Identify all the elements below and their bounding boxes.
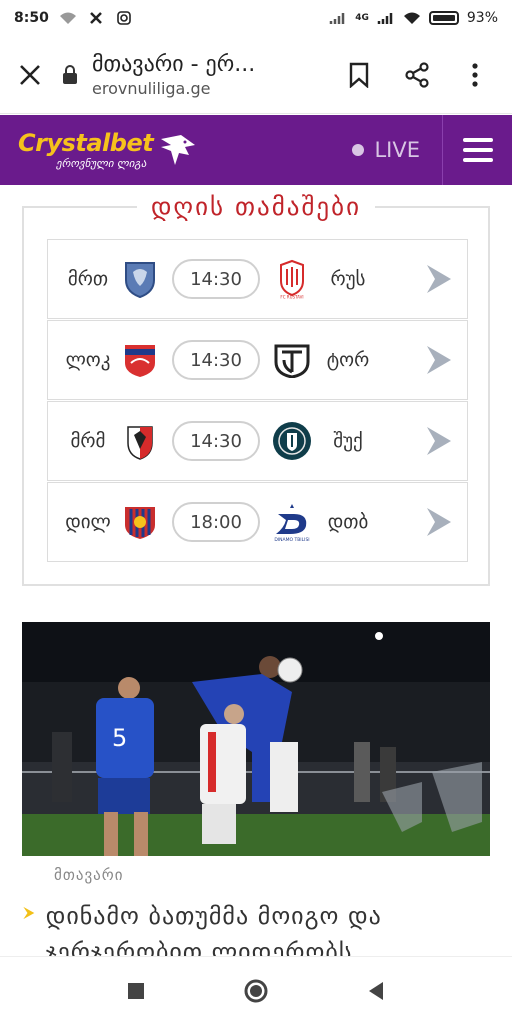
match-time: 14:30 xyxy=(172,259,260,299)
bookmark-button[interactable] xyxy=(346,62,372,88)
away-team-name: დთბ xyxy=(327,511,369,533)
todays-games-section: დღის თამაშები მრთ 14:30 FC RUSTAVI რუს ლ… xyxy=(22,192,490,586)
news-category[interactable]: მთავარი xyxy=(54,866,123,884)
chevron-bullet-icon xyxy=(23,906,35,920)
close-icon xyxy=(20,64,40,85)
close-notification-icon xyxy=(89,12,102,24)
match-time: 18:00 xyxy=(172,502,260,542)
battery-icon xyxy=(428,11,459,25)
chevron-right-icon[interactable] xyxy=(423,263,453,295)
recents-button[interactable] xyxy=(122,977,150,1005)
brand-name: Crystalbet xyxy=(18,129,154,157)
more-options-button[interactable] xyxy=(462,62,488,88)
merani-badge-icon xyxy=(120,421,160,461)
games-section-title: დღის თამაშები xyxy=(24,192,488,221)
live-label: LIVE xyxy=(374,138,420,162)
match-row[interactable]: ლოკ 14:30 ტორ xyxy=(47,320,468,400)
wifi-icon xyxy=(59,12,76,24)
square-icon xyxy=(128,982,144,999)
kebab-menu-icon xyxy=(472,62,478,87)
eagle-logo-icon xyxy=(161,135,196,165)
signal-icon xyxy=(329,13,345,24)
away-team-name: ტორ xyxy=(326,349,370,371)
wifi-status-icon xyxy=(403,12,420,24)
share-button[interactable] xyxy=(404,61,430,88)
system-navigation-bar xyxy=(0,956,512,1024)
lock-icon xyxy=(60,64,82,86)
hamburger-line xyxy=(462,148,493,152)
circle-icon xyxy=(244,979,268,1002)
hamburger-line xyxy=(462,138,493,142)
live-dot-icon xyxy=(352,144,365,156)
match-time: 14:30 xyxy=(172,421,260,461)
home-button[interactable] xyxy=(242,977,270,1005)
svg-text:FC RUSTAVI: FC RUSTAVI xyxy=(280,295,303,300)
news-photo[interactable]: 5 xyxy=(22,622,490,856)
page-title: მთავარი - ერ... xyxy=(92,51,256,77)
bookmark-icon xyxy=(349,62,369,88)
match-row[interactable]: მრმ 14:30 შუქ xyxy=(47,401,468,481)
address-bar[interactable]: მთავარი - ერ... erovnuliliga.ge xyxy=(60,52,346,98)
status-time: 8:50 xyxy=(14,10,49,26)
chevron-right-icon[interactable] xyxy=(423,425,453,457)
svg-text:5: 5 xyxy=(112,724,127,752)
home-team-name: დილ xyxy=(65,511,111,533)
network-type: 4G xyxy=(355,13,369,23)
close-tab-button[interactable] xyxy=(0,36,60,114)
lion-badge-icon xyxy=(120,259,160,299)
site-header: Crystalbet ეროვნული ლიგა LIVE xyxy=(0,115,512,185)
shukura-badge-icon xyxy=(272,421,312,461)
home-team-name: მრმ xyxy=(70,430,106,452)
match-time: 14:30 xyxy=(172,340,260,380)
battery-level: 93% xyxy=(466,10,498,26)
browser-toolbar: მთავარი - ერ... erovnuliliga.ge xyxy=(0,36,512,114)
hamburger-menu-button[interactable] xyxy=(442,115,512,185)
home-team-name: მრთ xyxy=(67,268,109,290)
away-team-name: რუს xyxy=(330,268,366,290)
dila-badge-icon xyxy=(120,502,160,542)
match-row[interactable]: დილ 18:00 DINAMO TBILISI დთბ xyxy=(47,482,468,562)
chevron-right-icon[interactable] xyxy=(423,344,453,376)
status-bar: 8:50 4G 93% xyxy=(0,0,512,36)
svg-text:DINAMO TBILISI: DINAMO TBILISI xyxy=(274,537,309,542)
page-domain: erovnuliliga.ge xyxy=(92,78,211,98)
back-button[interactable] xyxy=(362,977,390,1005)
instagram-icon xyxy=(117,11,131,25)
share-icon xyxy=(405,61,429,88)
home-team-name: ლოკ xyxy=(65,349,111,371)
away-team-name: შუქ xyxy=(333,430,363,452)
triangle-back-icon xyxy=(369,981,383,1000)
dinamo-tbilisi-badge-icon: DINAMO TBILISI xyxy=(272,502,312,542)
site-logo[interactable]: Crystalbet ეროვნული ლიგა xyxy=(0,131,197,169)
chevron-right-icon[interactable] xyxy=(423,506,453,538)
torpedo-badge-icon xyxy=(272,340,312,380)
league-name: ეროვნული ლიგა xyxy=(56,157,147,170)
match-row[interactable]: მრთ 14:30 FC RUSTAVI რუს xyxy=(47,239,468,319)
locomotive-badge-icon xyxy=(120,340,160,380)
signal-icon-2 xyxy=(377,13,393,24)
live-button[interactable]: LIVE xyxy=(352,138,442,162)
rustavi-badge-icon: FC RUSTAVI xyxy=(272,259,312,299)
hamburger-line xyxy=(462,158,493,162)
